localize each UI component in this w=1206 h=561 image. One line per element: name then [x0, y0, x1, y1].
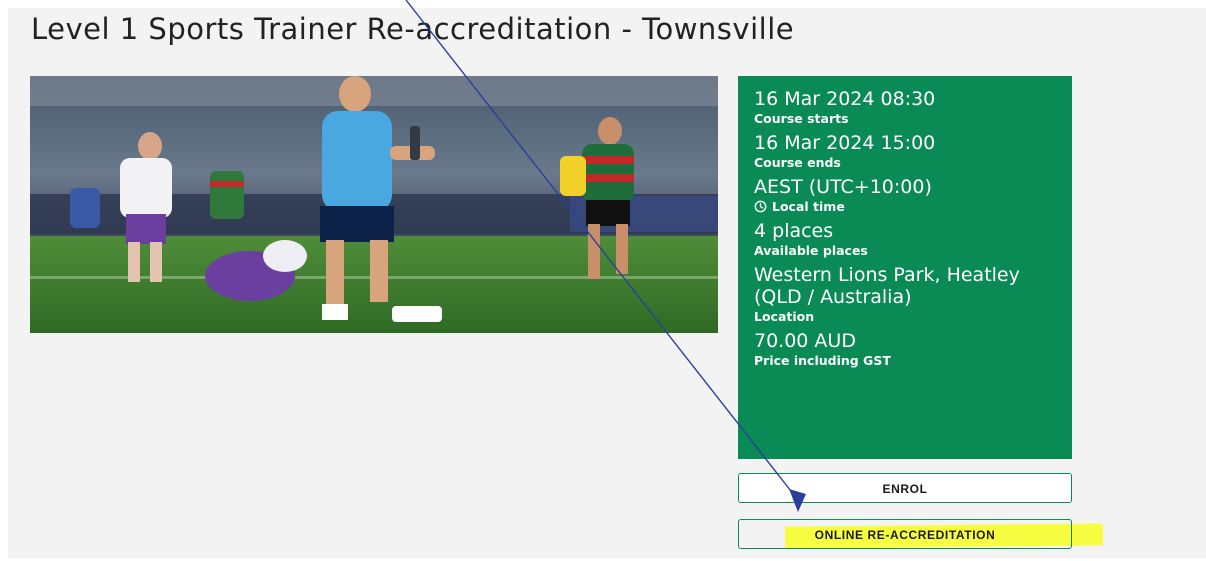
price-label: Price including GST	[754, 353, 891, 368]
places-label: Available places	[754, 243, 868, 258]
course-price: 70.00 AUD Price including GST	[754, 330, 1056, 369]
clock-icon	[754, 200, 767, 213]
course-start-label: Course starts	[754, 111, 849, 126]
course-location: Western Lions Park, Heatley (QLD / Austr…	[754, 264, 1056, 325]
course-photo	[30, 76, 718, 333]
timezone-label: Local time	[772, 199, 845, 214]
enrol-button[interactable]: ENROL	[738, 473, 1072, 503]
course-timezone: AEST (UTC+10:00) Local time	[754, 176, 1056, 215]
course-end-label: Course ends	[754, 155, 841, 170]
course-end-value: 16 Mar 2024 15:00	[754, 132, 936, 154]
course-end: 16 Mar 2024 15:00 Course ends	[754, 132, 1056, 171]
page-title: Level 1 Sports Trainer Re-accreditation …	[31, 12, 795, 46]
available-places: 4 places Available places	[754, 220, 1056, 259]
location-value: Western Lions Park, Heatley (QLD / Austr…	[754, 264, 1020, 308]
location-label: Location	[754, 309, 815, 324]
price-value: 70.00 AUD	[754, 330, 856, 352]
online-reaccreditation-label: ONLINE RE-ACCREDITATION	[814, 528, 996, 542]
timezone-label-row: Local time	[754, 198, 1056, 215]
course-start-value: 16 Mar 2024 08:30	[754, 88, 936, 110]
course-start: 16 Mar 2024 08:30 Course starts	[754, 88, 1056, 127]
online-reaccreditation-button[interactable]: ONLINE RE-ACCREDITATION	[738, 519, 1072, 549]
timezone-value: AEST (UTC+10:00)	[754, 176, 932, 198]
course-details-card: 16 Mar 2024 08:30 Course starts 16 Mar 2…	[738, 76, 1072, 459]
places-value: 4 places	[754, 220, 834, 242]
